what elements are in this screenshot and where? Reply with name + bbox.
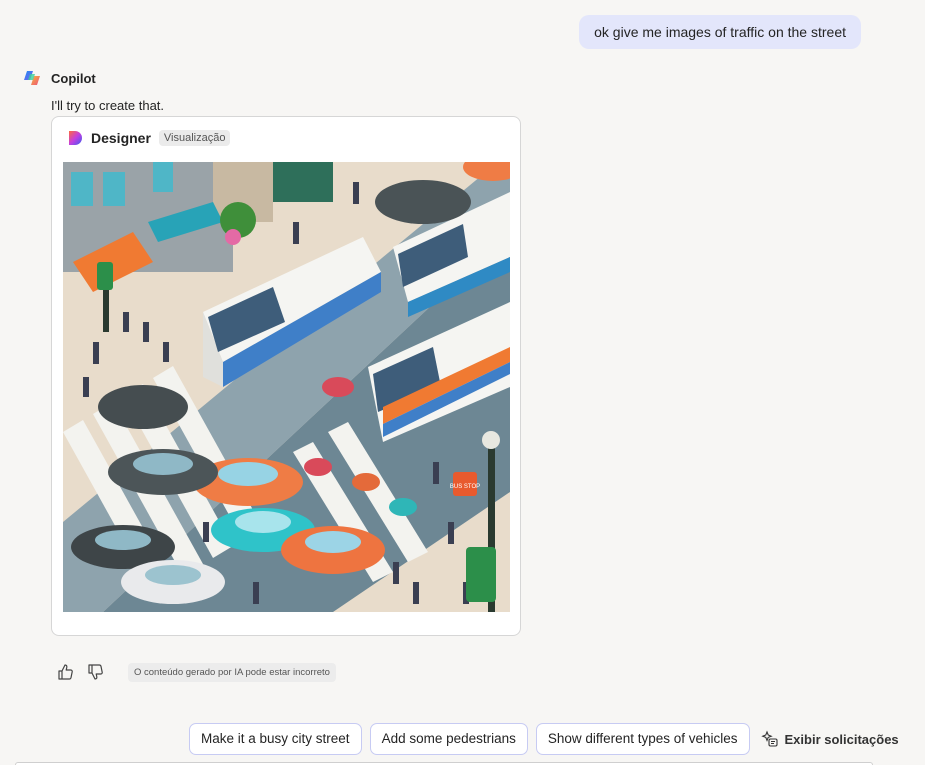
thumbs-up-icon (58, 664, 73, 680)
assistant-name: Copilot (51, 70, 96, 86)
sparkle-prompts-icon (760, 730, 778, 747)
show-prompts-label: Exibir solicitações (784, 731, 899, 747)
show-prompts-button[interactable]: Exibir solicitações (760, 730, 899, 748)
chat-page: ok give me images of traffic on the stre… (0, 0, 925, 765)
user-message-bubble: ok give me images of traffic on the stre… (579, 15, 861, 49)
generated-image[interactable]: BUS STOP (63, 162, 510, 612)
suggestion-chips: Make it a busy city street Add some pede… (189, 723, 899, 755)
copilot-logo-icon (24, 71, 40, 85)
feedback-row: O conteúdo gerado por IA pode estar inco… (56, 662, 336, 682)
suggestion-chip-vehicles[interactable]: Show different types of vehicles (535, 723, 750, 755)
ai-disclaimer: O conteúdo gerado por IA pode estar inco… (128, 662, 336, 682)
street-traffic-illustration: BUS STOP (63, 162, 510, 612)
thumbs-up-button[interactable] (56, 662, 76, 682)
preview-badge: Visualização (158, 130, 231, 146)
designer-logo-icon (69, 131, 82, 145)
assistant-response-text: I'll try to create that. (51, 98, 165, 113)
assistant-header: Copilot (22, 68, 96, 88)
designer-title: Designer (91, 130, 151, 146)
designer-card[interactable]: Designer Visualização BUS STOP (51, 116, 521, 636)
thumbs-down-button[interactable] (86, 662, 106, 682)
designer-header: Designer Visualização (66, 129, 231, 147)
suggestion-chip-pedestrians[interactable]: Add some pedestrians (369, 723, 528, 755)
thumbs-down-icon (88, 664, 103, 680)
suggestion-chip-busy-street[interactable]: Make it a busy city street (189, 723, 362, 755)
bus-stop-sign-text: BUS STOP (450, 484, 480, 490)
